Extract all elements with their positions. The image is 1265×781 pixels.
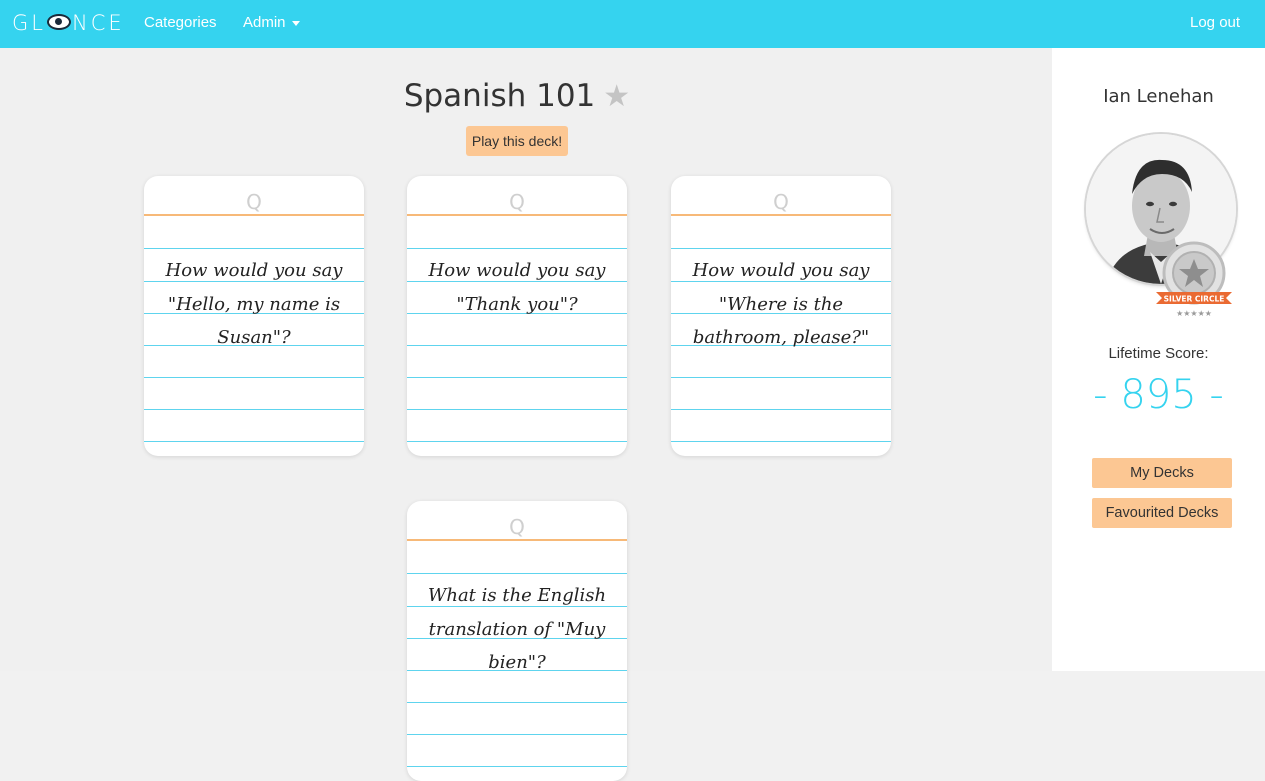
card-question: How would you say "Thank you"? — [428, 260, 606, 315]
favourite-star-icon[interactable]: ★ — [603, 79, 630, 114]
top-navbar: GL NCE Categories Admin Log out — [0, 0, 1265, 48]
card-question: What is the English translation of "Muy … — [427, 585, 607, 673]
nav-categories[interactable]: Categories — [144, 14, 217, 31]
card-header-line — [407, 539, 627, 541]
lifetime-score-label: Lifetime Score: — [1108, 345, 1209, 362]
deck-title-row: Spanish 101 ★ — [0, 78, 1034, 114]
card-side-label: Q — [509, 190, 525, 214]
flashcard[interactable]: Q How would you say "Where is the bathro… — [671, 176, 891, 456]
card-question: How would you say "Hello, my name is Sus… — [165, 260, 343, 348]
card-header-line — [671, 214, 891, 216]
badge-label: SILVER CIRCLE — [1164, 295, 1225, 304]
nav-admin-dropdown[interactable]: Admin — [243, 14, 300, 31]
card-header-line — [407, 214, 627, 216]
my-decks-button[interactable]: My Decks — [1092, 458, 1232, 488]
nav-admin-label: Admin — [243, 14, 286, 31]
brand-logo[interactable]: GL NCE — [12, 11, 125, 35]
deck-title: Spanish 101 — [403, 78, 596, 114]
card-header-line — [144, 214, 364, 216]
lifetime-score-value: - 895 - — [1093, 372, 1224, 418]
eye-icon — [46, 14, 71, 30]
favourited-decks-button[interactable]: Favourited Decks — [1092, 498, 1232, 528]
badge-stars: ★★★★★ — [1176, 309, 1212, 318]
play-deck-button[interactable]: Play this deck! — [466, 126, 568, 156]
logout-link[interactable]: Log out — [1190, 14, 1240, 31]
brand-text-right: NCE — [71, 11, 125, 35]
silver-circle-badge-icon: SILVER CIRCLE ★★★★★ — [1156, 241, 1232, 318]
card-side-label: Q — [509, 515, 525, 539]
flashcard[interactable]: Q What is the English translation of "Mu… — [407, 501, 627, 781]
brand-text-left: GL — [12, 11, 46, 35]
card-question: How would you say "Where is the bathroom… — [692, 260, 870, 348]
card-side-label: Q — [246, 190, 262, 214]
caret-down-icon — [291, 20, 300, 26]
card-side-label: Q — [773, 190, 789, 214]
user-name: Ian Lenehan — [1103, 86, 1214, 107]
flashcard[interactable]: Q How would you say "Hello, my name is S… — [144, 176, 364, 456]
flashcard[interactable]: Q How would you say "Thank you"? — [407, 176, 627, 456]
